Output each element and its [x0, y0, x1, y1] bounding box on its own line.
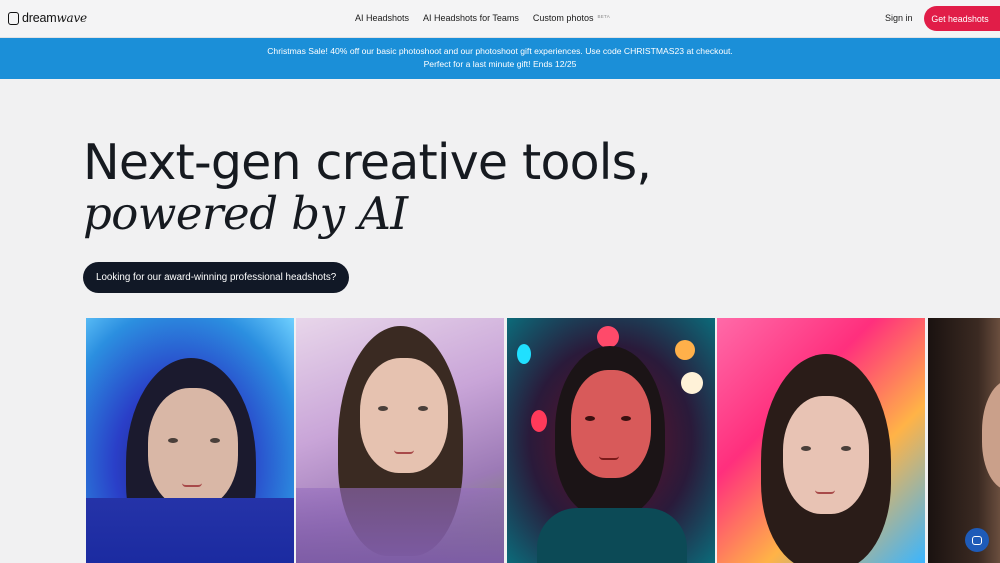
professional-headshots-button[interactable]: Looking for our award-winning profession…	[83, 262, 350, 293]
gallery-photo-neon-bokeh	[507, 318, 715, 563]
chat-bubble-inner	[972, 535, 982, 545]
promo-banner: Christmas Sale! 40% off our basic photos…	[0, 38, 1000, 79]
chat-bubble-icon[interactable]	[965, 528, 989, 552]
brand-name: dreamwave	[22, 11, 87, 25]
top-nav: dreamwave AI Headshots AI Headshots for …	[0, 0, 1000, 38]
gallery-photo-blue-scarf	[86, 318, 294, 563]
promo-banner-line2: Perfect for a last minute gift! Ends 12/…	[423, 58, 577, 69]
nav-link-custom-photos[interactable]: Custom photos BETA	[533, 13, 610, 23]
nav-links: AI Headshots AI Headshots for Teams Cust…	[355, 13, 610, 23]
get-headshots-button[interactable]: Get headshots	[924, 6, 1000, 31]
gallery-photo-lavender	[296, 318, 504, 563]
hero-title-line1: Next-gen creative tools,	[83, 134, 652, 191]
nav-link-ai-headshots-teams[interactable]: AI Headshots for Teams	[423, 13, 519, 23]
photo-gallery	[0, 318, 1000, 563]
gallery-photo-dark-portrait	[928, 318, 1000, 563]
sign-in-link[interactable]: Sign in	[885, 13, 913, 23]
gallery-photo-color-smoke	[717, 318, 925, 563]
brand-logo[interactable]: dreamwave	[8, 11, 87, 25]
hero-title-line2: powered by AI	[83, 187, 408, 240]
beta-badge: BETA	[597, 14, 611, 19]
square-logo-icon	[8, 11, 19, 25]
promo-banner-line1: Christmas Sale! 40% off our basic photos…	[267, 46, 733, 56]
nav-link-ai-headshots[interactable]: AI Headshots	[355, 13, 409, 23]
